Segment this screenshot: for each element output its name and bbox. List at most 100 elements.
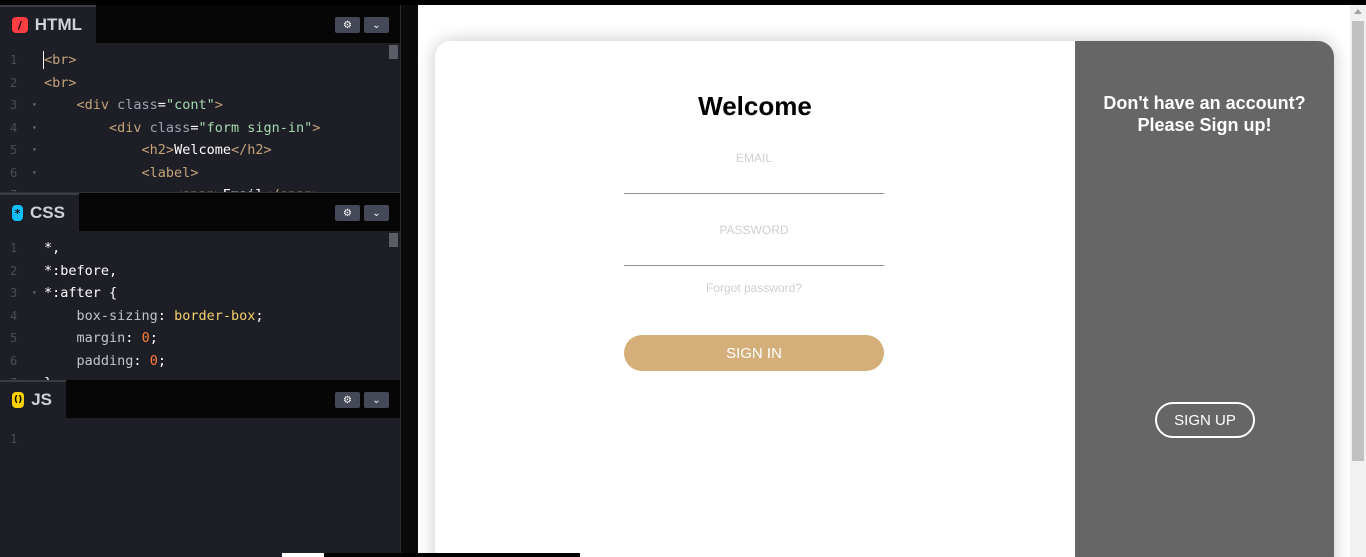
sign-in-form: Welcome EMAIL PASSWORD Forgot password? … (435, 41, 1075, 557)
line-number: 3 (10, 98, 18, 112)
chevron-down-icon: ⌄ (372, 19, 381, 31)
auth-container: Welcome EMAIL PASSWORD Forgot password? … (435, 41, 1334, 557)
code-line[interactable]: 1 <br> (0, 49, 400, 71)
chevron-down-icon: ⌄ (372, 207, 381, 219)
tab-js-label: JS (31, 390, 52, 409)
asterisk-icon: * (12, 205, 24, 221)
line-number: 1 (10, 241, 18, 255)
code-line[interactable]: 6 ▾ <label> (0, 162, 400, 184)
html-scrollbar[interactable] (389, 45, 398, 59)
password-label: PASSWORD (719, 223, 789, 237)
text-caret (43, 51, 44, 69)
fold-arrow-icon[interactable]: ▾ (32, 94, 37, 116)
code-line[interactable]: 5 margin: 0; (0, 327, 400, 349)
css-settings-button[interactable]: ⚙ (335, 205, 360, 221)
chevron-down-icon: ⌄ (372, 394, 381, 406)
fold-arrow-icon[interactable]: ▾ (32, 162, 37, 184)
code-text: <span>Email</span> (44, 184, 320, 192)
editor-column: / HTML ⚙ ⌄ 1 <br> 2 <br> 3 ▾ <div class="cont… (0, 5, 400, 557)
signup-promo-line1: Don't have an account? (1103, 93, 1306, 113)
tab-css[interactable]: * CSS (0, 193, 79, 231)
code-line[interactable]: 5 ▾ <h2>Welcome</h2> (0, 139, 400, 161)
fold-arrow-icon[interactable]: ▾ (32, 117, 37, 139)
tab-js[interactable]: () JS (0, 380, 66, 418)
line-number: 5 (10, 143, 18, 157)
line-number: 1 (10, 53, 18, 67)
fold-arrow-icon[interactable]: ▾ (32, 139, 37, 161)
line-number: 4 (10, 120, 18, 135)
email-field[interactable] (624, 193, 884, 194)
code-line[interactable]: 1 (0, 428, 400, 450)
line-number: 5 (10, 331, 18, 345)
js-pane: () JS ⚙ ⌄ 1 (0, 380, 400, 557)
code-text: <div class="form sign-in"> (109, 119, 321, 136)
sign-up-panel: Don't have an account? Please Sign up! S… (1075, 41, 1334, 557)
preview-scrollbar[interactable] (1350, 5, 1366, 557)
signup-promo-text: Don't have an account? Please Sign up! (1075, 92, 1334, 136)
css-pane: * CSS ⚙ ⌄ 1 *, 2 *:before, 3 ▾ *:after { 4 box-… (0, 192, 400, 380)
js-code-editor[interactable]: 1 (0, 422, 400, 557)
line-number: 6 (10, 353, 18, 368)
tab-html[interactable]: / HTML (0, 5, 96, 43)
code-line[interactable]: 6 padding: 0; (0, 350, 400, 372)
code-text: <br> (44, 52, 77, 68)
gear-icon: ⚙ (343, 207, 352, 219)
css-scrollbar[interactable] (389, 233, 398, 247)
code-line[interactable]: 3 ▾ *:after { (0, 282, 400, 304)
tab-html-label: HTML (34, 15, 82, 34)
preview-frame: Welcome EMAIL PASSWORD Forgot password? … (418, 5, 1350, 557)
code-text: } (44, 372, 52, 380)
html-code-editor[interactable]: 1 <br> 2 <br> 3 ▾ <div class="cont"> 4 ▾ <div c… (0, 43, 400, 192)
html-collapse-button[interactable]: ⌄ (364, 17, 389, 33)
css-pane-header: * CSS ⚙ ⌄ (0, 193, 400, 231)
code-line[interactable]: 4 ▾ <div class="form sign-in"> (0, 117, 400, 139)
signup-promo-line2: Please Sign up! (1137, 115, 1272, 135)
code-text: *:before, (44, 262, 118, 279)
tab-css-label: CSS (30, 203, 65, 222)
scroll-up-arrow-icon[interactable] (1354, 9, 1362, 14)
code-line[interactable]: 7} (0, 372, 400, 380)
bottom-strip (282, 553, 580, 557)
js-collapse-button[interactable]: ⌄ (364, 392, 389, 408)
js-settings-button[interactable]: ⚙ (335, 392, 360, 408)
code-line[interactable]: 4 box-sizing: border-box; (0, 305, 400, 327)
code-line[interactable]: 2 <br> (0, 72, 400, 94)
code-text: margin: 0; (76, 330, 158, 346)
gear-icon: ⚙ (343, 394, 352, 406)
line-number: 7 (10, 372, 28, 380)
slash-icon: / (12, 17, 28, 33)
code-text: *, (44, 240, 61, 256)
css-collapse-button[interactable]: ⌄ (364, 205, 389, 221)
sign-up-button[interactable]: SIGN UP (1155, 402, 1255, 438)
braces-icon: () (12, 392, 25, 408)
line-number: 6 (10, 165, 18, 180)
code-line[interactable]: 1 *, (0, 237, 400, 259)
code-text: <h2>Welcome</h2> (141, 142, 272, 158)
code-line[interactable]: 3 ▾ <div class="cont"> (0, 94, 400, 116)
bottom-strip-highlight (282, 553, 324, 557)
code-text: padding: 0; (76, 352, 166, 369)
css-code-editor[interactable]: 1 *, 2 *:before, 3 ▾ *:after { 4 box-sizing: bo… (0, 231, 400, 380)
scrollbar-thumb[interactable] (1352, 21, 1364, 461)
code-text: *:after { (44, 285, 118, 301)
code-line[interactable]: 7 <span>Email</span> (0, 184, 400, 192)
code-line[interactable]: 2 *:before, (0, 260, 400, 282)
html-pane-header: / HTML ⚙ ⌄ (0, 5, 400, 43)
fold-arrow-icon[interactable]: ▾ (32, 282, 37, 304)
sign-in-button[interactable]: SIGN IN (624, 335, 884, 371)
code-text: box-sizing: border-box; (76, 307, 264, 324)
welcome-heading: Welcome (698, 91, 812, 121)
resize-handle[interactable] (400, 5, 418, 557)
line-number: 3 (10, 286, 18, 300)
line-number: 2 (10, 75, 18, 90)
gear-icon: ⚙ (343, 19, 352, 31)
line-number: 7 (10, 184, 28, 192)
html-settings-button[interactable]: ⚙ (335, 17, 360, 33)
line-number: 1 (10, 432, 18, 446)
line-number: 2 (10, 263, 18, 278)
code-text: <div class="cont"> (76, 97, 223, 113)
password-field[interactable] (624, 265, 884, 266)
email-label: EMAIL (735, 151, 772, 165)
forgot-password-link[interactable]: Forgot password? (624, 281, 884, 295)
code-text: <br> (44, 74, 77, 91)
